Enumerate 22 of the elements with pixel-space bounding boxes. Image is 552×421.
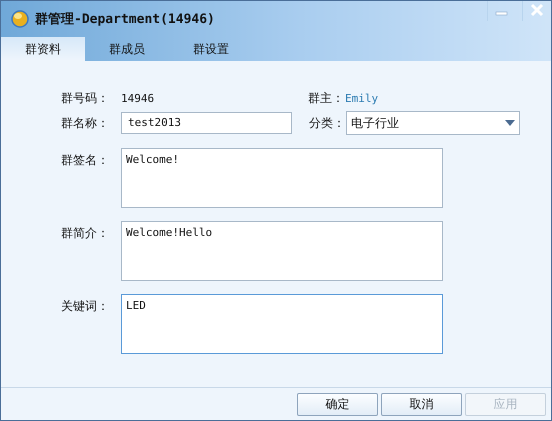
field-label: 群主： [308,90,345,106]
group-number: 14946 [121,92,156,104]
tab[interactable]: 群资料 [1,37,85,61]
text-area[interactable]: Welcome!Hello [121,221,443,281]
dialog-button[interactable]: 确定 [297,392,378,416]
dialog-button[interactable]: 取消 [381,392,462,416]
tab[interactable]: 群成员 [85,37,169,61]
owner-name: Emily [345,92,378,104]
field-label: 群名称： [61,114,110,132]
dropdown-arrow-icon [505,119,515,127]
name-field[interactable]: test2013 [121,112,292,134]
field-label: 群简介： [61,225,110,242]
app-icon [11,10,29,28]
text-area[interactable]: LED [121,294,443,354]
field-label: 群号码： [61,90,110,106]
field-label: 群签名： [61,152,110,169]
tab[interactable]: 群设置 [169,37,253,61]
window-title: 群管理-Department(14946) [35,11,215,28]
field-label: 关键词： [61,298,110,315]
field-label: 分类： [309,114,346,132]
category-dropdown[interactable]: 电子行业 [346,111,520,135]
text-area[interactable]: Welcome! [121,148,443,208]
